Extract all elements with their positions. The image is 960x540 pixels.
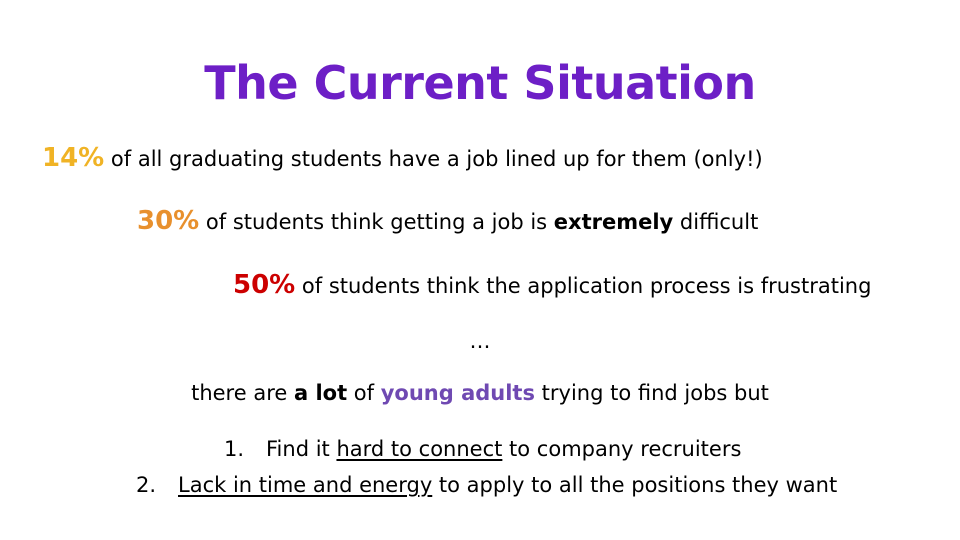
stat-value: 30% (137, 206, 200, 236)
list-item: 1. Find it hard to connect to company rec… (224, 434, 741, 464)
summary-line: there are a lot of young adults trying t… (0, 378, 960, 408)
slide-title: The Current Situation (204, 56, 756, 110)
stat-text-after: difficult (673, 210, 759, 234)
stat-line-14: 14% of all graduating students have a jo… (42, 143, 763, 174)
list-number: 2. (136, 473, 157, 497)
stat-line-30: 30% of students think getting a job is e… (137, 206, 758, 237)
summary-emphasis: a lot (293, 381, 348, 405)
list-underlined: Lack in time and energy (178, 473, 433, 497)
stat-text: of students think the application proces… (295, 274, 872, 298)
list-underlined: hard to connect (336, 437, 503, 461)
list-text-after: to apply to all the positions they want (432, 473, 838, 497)
summary-highlight: young adults (380, 381, 535, 405)
stat-text: of students think getting a job is (199, 210, 554, 234)
stat-value: 14% (42, 143, 105, 173)
list-item: 2. Lack in time and energy to apply to al… (136, 470, 837, 500)
stat-line-50: 50% of students think the application pr… (233, 270, 871, 301)
list-number: 1. (224, 437, 245, 461)
ellipsis: … (469, 329, 491, 353)
stat-text: of all graduating students have a job li… (104, 147, 763, 171)
stat-value: 50% (233, 270, 296, 300)
stat-emphasis: extremely (553, 210, 674, 234)
summary-text-mid: of (347, 381, 381, 405)
list-text: Find it (266, 437, 337, 461)
slide: The Current Situation 14% of all graduat… (0, 0, 960, 540)
list-text-after: to company recruiters (502, 437, 742, 461)
summary-text: there are (191, 381, 294, 405)
summary-text-after: trying to find jobs but (534, 381, 769, 405)
